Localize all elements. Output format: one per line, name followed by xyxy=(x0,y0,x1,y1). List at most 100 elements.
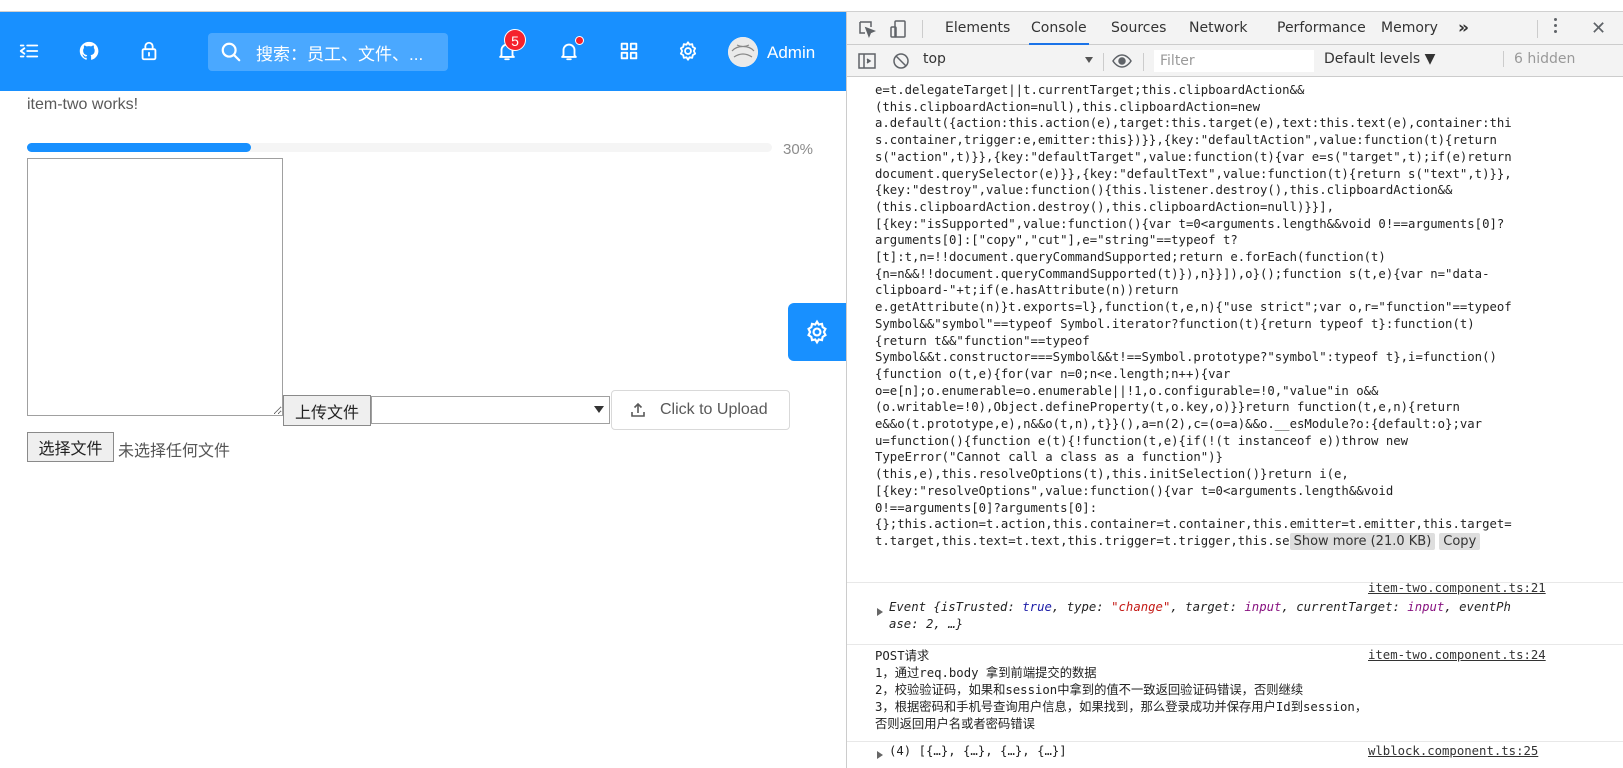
copy-button[interactable]: Copy xyxy=(1439,532,1481,550)
source-link[interactable]: item-two.component.ts:24 xyxy=(1368,648,1546,662)
search-box[interactable]: 搜索：员工、文件、... xyxy=(208,33,448,71)
event-key-target: , target: xyxy=(1170,600,1245,614)
inspect-element-icon[interactable] xyxy=(857,19,877,39)
tab-elements[interactable]: Elements xyxy=(943,12,1012,45)
context-selector[interactable]: top xyxy=(923,51,1093,71)
log-levels-dropdown[interactable]: Default levels ▼ xyxy=(1324,51,1435,67)
devtools-panel: Elements Console Sources Network Perform… xyxy=(846,12,1623,768)
event-log-line[interactable]: Event {isTrusted: true, type: "change", … xyxy=(889,599,1511,616)
code-line: (this.clipboardAction.destroy(),this.cli… xyxy=(875,199,1335,214)
code-line: {key:"destroy",value:function(){this.lis… xyxy=(875,183,1453,198)
post-request-line: 1，通过req.body 拿到前端提交的数据 xyxy=(875,666,1097,680)
clear-console-icon[interactable] xyxy=(891,51,911,71)
device-toolbar-icon[interactable] xyxy=(889,19,909,39)
source-link[interactable]: item-two.component.ts:21 xyxy=(1368,581,1546,595)
close-icon[interactable]: ✕ xyxy=(1591,12,1606,45)
code-line: o=e[n];o.enumerable=o.enumerable||!1,o.c… xyxy=(875,383,1379,398)
source-link[interactable]: wlblock.component.ts:25 xyxy=(1368,744,1538,758)
app-page: 搜索：员工、文件、... 5 Admin item-two works! 30%… xyxy=(0,12,846,768)
event-value-true: true xyxy=(1022,600,1052,614)
code-line: e&&o(t.prototype,e),n&&o(t,n),t}}(),a=n(… xyxy=(875,417,1483,432)
works-text: item-two works! xyxy=(27,96,139,113)
code-line: document.querySelector(e)}},{key:"defaul… xyxy=(875,166,1512,181)
tab-performance[interactable]: Performance xyxy=(1275,12,1368,45)
expand-triangle-icon[interactable] xyxy=(877,608,883,616)
tab-console[interactable]: Console xyxy=(1029,12,1089,45)
click-to-upload-button[interactable]: Click to Upload xyxy=(611,390,790,430)
expand-triangle-icon[interactable] xyxy=(877,751,883,759)
message-divider xyxy=(847,644,1623,645)
code-line: Symbol&&"symbol"==typeof Symbol.iterator… xyxy=(875,316,1475,331)
progress-label: 30% xyxy=(783,141,814,158)
context-label: top xyxy=(923,51,946,67)
sidebar-toggle-icon[interactable] xyxy=(857,51,877,71)
toolbar-divider xyxy=(922,20,923,38)
code-line: {return t&&"function"==typeof xyxy=(875,333,1090,348)
hidden-messages-count: 6 hidden xyxy=(1503,51,1575,67)
post-request-line: 2，校验验证码，如果和session中拿到的值不一致返回验证码错误，否则继续 xyxy=(875,683,1304,697)
file-select[interactable] xyxy=(371,396,610,424)
eye-icon[interactable] xyxy=(1112,51,1132,71)
tab-network[interactable]: Network xyxy=(1187,12,1249,45)
console-output[interactable]: e=t.delegateTarget||t.currentTarget;this… xyxy=(847,78,1623,768)
post-request-line: 否则返回用户名或者密码错误 xyxy=(875,717,1035,731)
apps-grid-icon[interactable] xyxy=(616,38,642,64)
user-name[interactable]: Admin xyxy=(767,43,815,63)
github-icon[interactable] xyxy=(76,38,102,64)
gear-icon xyxy=(807,319,827,345)
text-area[interactable] xyxy=(27,158,283,416)
alert-dot xyxy=(575,36,584,45)
tab-memory[interactable]: Memory xyxy=(1379,12,1440,45)
console-toolbar: top Filter Default levels ▼ 6 hidden xyxy=(847,45,1623,77)
user-avatar[interactable] xyxy=(728,37,758,67)
post-request-line: 3，根据密码和手机号查询用户信息，如果找到，那么登录成功并保存用户Id到sess… xyxy=(875,700,1368,714)
tab-sources[interactable]: Sources xyxy=(1109,12,1168,45)
progress-fill xyxy=(27,143,251,152)
show-more-button[interactable]: Show more (21.0 KB) xyxy=(1289,532,1436,550)
lock-icon[interactable] xyxy=(136,38,162,64)
code-line: [{key:"isSupported",value:function(){var… xyxy=(875,216,1505,231)
code-line: 0!==arguments[0]?arguments[0]: xyxy=(875,500,1098,515)
more-tabs-button[interactable]: » xyxy=(1458,12,1469,45)
code-line: u=function(){function e(t){!function(t,e… xyxy=(875,433,1409,448)
menu-fold-icon[interactable] xyxy=(16,38,42,64)
code-line: a.default({action:this.action(e),target:… xyxy=(875,116,1512,131)
upload-file-button[interactable]: 上传文件 xyxy=(283,395,371,426)
code-line: [t]:t,n=!!document.queryCommandSupported… xyxy=(875,250,1386,265)
event-value-type: "change" xyxy=(1111,600,1171,614)
browser-top-edge xyxy=(0,0,1623,12)
click-upload-label: Click to Upload xyxy=(660,401,768,418)
chevron-down-icon xyxy=(594,406,604,413)
event-value-currenttarget: input xyxy=(1407,600,1445,614)
app-header: 搜索：员工、文件、... 5 Admin xyxy=(0,12,846,91)
choose-file-button[interactable]: 选择文件 xyxy=(27,432,114,462)
no-file-chosen-text: 未选择任何文件 xyxy=(118,441,231,460)
code-line: (this.clipboardAction=null),this.clipboa… xyxy=(875,99,1260,114)
event-value-target: input xyxy=(1244,600,1282,614)
code-line: e.getAttribute(n)}t.exports=l},function(… xyxy=(875,300,1512,315)
code-line: e=t.delegateTarget||t.currentTarget;this… xyxy=(875,83,1305,97)
settings-drawer-button[interactable] xyxy=(788,303,846,361)
console-code-message: e=t.delegateTarget||t.currentTarget;this… xyxy=(875,82,1565,550)
code-line: {n=n&&!!document.queryCommandSupported(t… xyxy=(875,266,1490,281)
event-key-currenttarget: , currentTarget: xyxy=(1281,600,1408,614)
kebab-menu-icon[interactable] xyxy=(1554,18,1558,38)
code-line: {function o(t,e){for(var n=0;n<e.length;… xyxy=(875,366,1231,381)
settings-gear-icon[interactable] xyxy=(675,38,701,64)
event-key-type: , type: xyxy=(1051,600,1112,614)
code-line: arguments[0]:["copy","cut"],e="string"==… xyxy=(875,233,1238,248)
notification-count-badge: 5 xyxy=(504,29,526,51)
code-line: TypeError("Cannot call a class as a func… xyxy=(875,450,1223,465)
message-divider xyxy=(847,741,1623,742)
search-icon xyxy=(221,42,241,62)
event-key-eventphase: , eventPh xyxy=(1444,600,1511,614)
code-line: [{key:"resolveOptions",value:function(){… xyxy=(875,483,1394,498)
filter-input[interactable]: Filter xyxy=(1154,50,1314,72)
code-line: t.target,this.text=t.text,this.trigger=t… xyxy=(875,532,1565,550)
post-request-line: POST请求 xyxy=(875,649,930,663)
upload-icon xyxy=(631,402,645,417)
code-line: s("action",t)}},{key:"defaultTarget",val… xyxy=(875,149,1512,164)
toolbar-divider xyxy=(1143,53,1144,71)
array-log-line[interactable]: (4) [{…}, {…}, {…}, {…}] xyxy=(889,743,1067,760)
code-line: Symbol&&t.constructor===Symbol&&t!==Symb… xyxy=(875,350,1497,365)
